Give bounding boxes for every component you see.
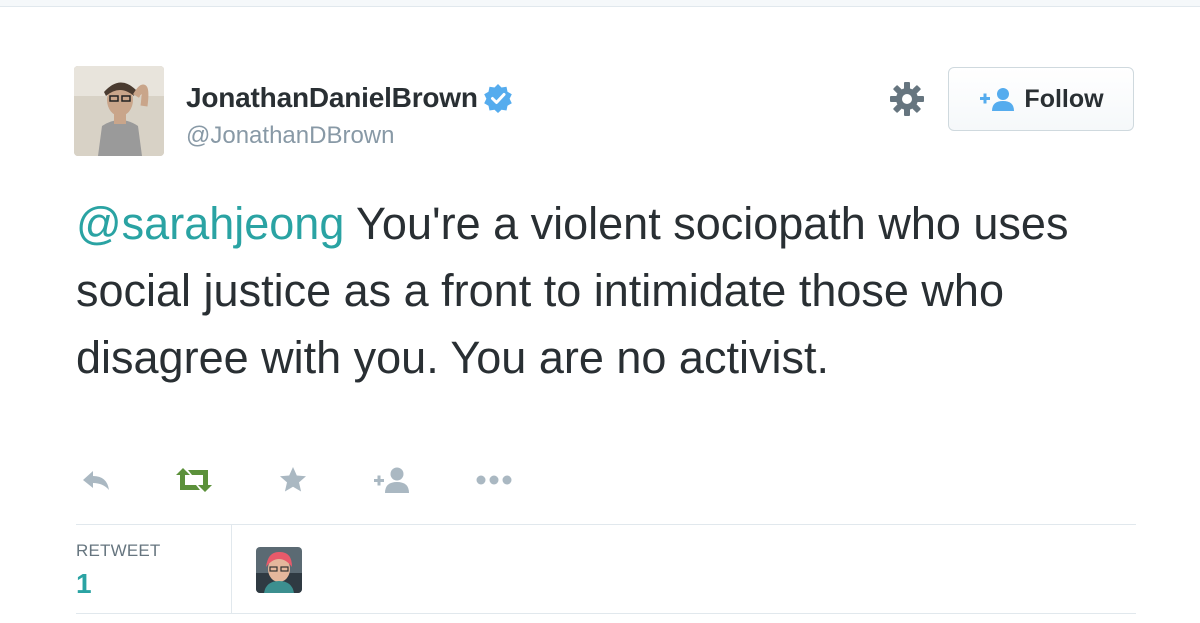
author-avatar[interactable] [74,66,164,156]
follow-label: Follow [1024,84,1104,113]
favorite-icon[interactable] [273,460,313,500]
reply-icon[interactable] [76,460,116,500]
follow-user-icon [978,87,1016,111]
screen-name[interactable]: @JonathanDBrown [186,122,394,150]
more-icon[interactable] [474,460,514,500]
retweet-icon[interactable] [174,460,214,500]
stats-bottom-divider [76,613,1136,614]
top-border [0,0,1200,7]
tweet-text: @sarahjeong You're a violent sociopath w… [76,190,1156,391]
display-name[interactable]: JonathanDanielBrown [186,82,478,114]
retweet-count-label: RETWEET [76,541,161,560]
follow-icon[interactable] [372,460,412,500]
stats-top-divider [76,524,1136,525]
follow-button[interactable]: Follow [948,67,1134,131]
verified-badge-icon [483,83,513,113]
mention-link[interactable]: @sarahjeong [76,198,344,249]
retweeter-avatar[interactable] [256,547,302,593]
retweet-count[interactable]: 1 [76,568,92,600]
retweeter-photo [256,547,302,593]
author-photo [74,66,164,156]
author-name-row: JonathanDanielBrown [186,82,513,114]
gear-icon[interactable] [888,80,926,118]
stats-separator [231,525,232,613]
